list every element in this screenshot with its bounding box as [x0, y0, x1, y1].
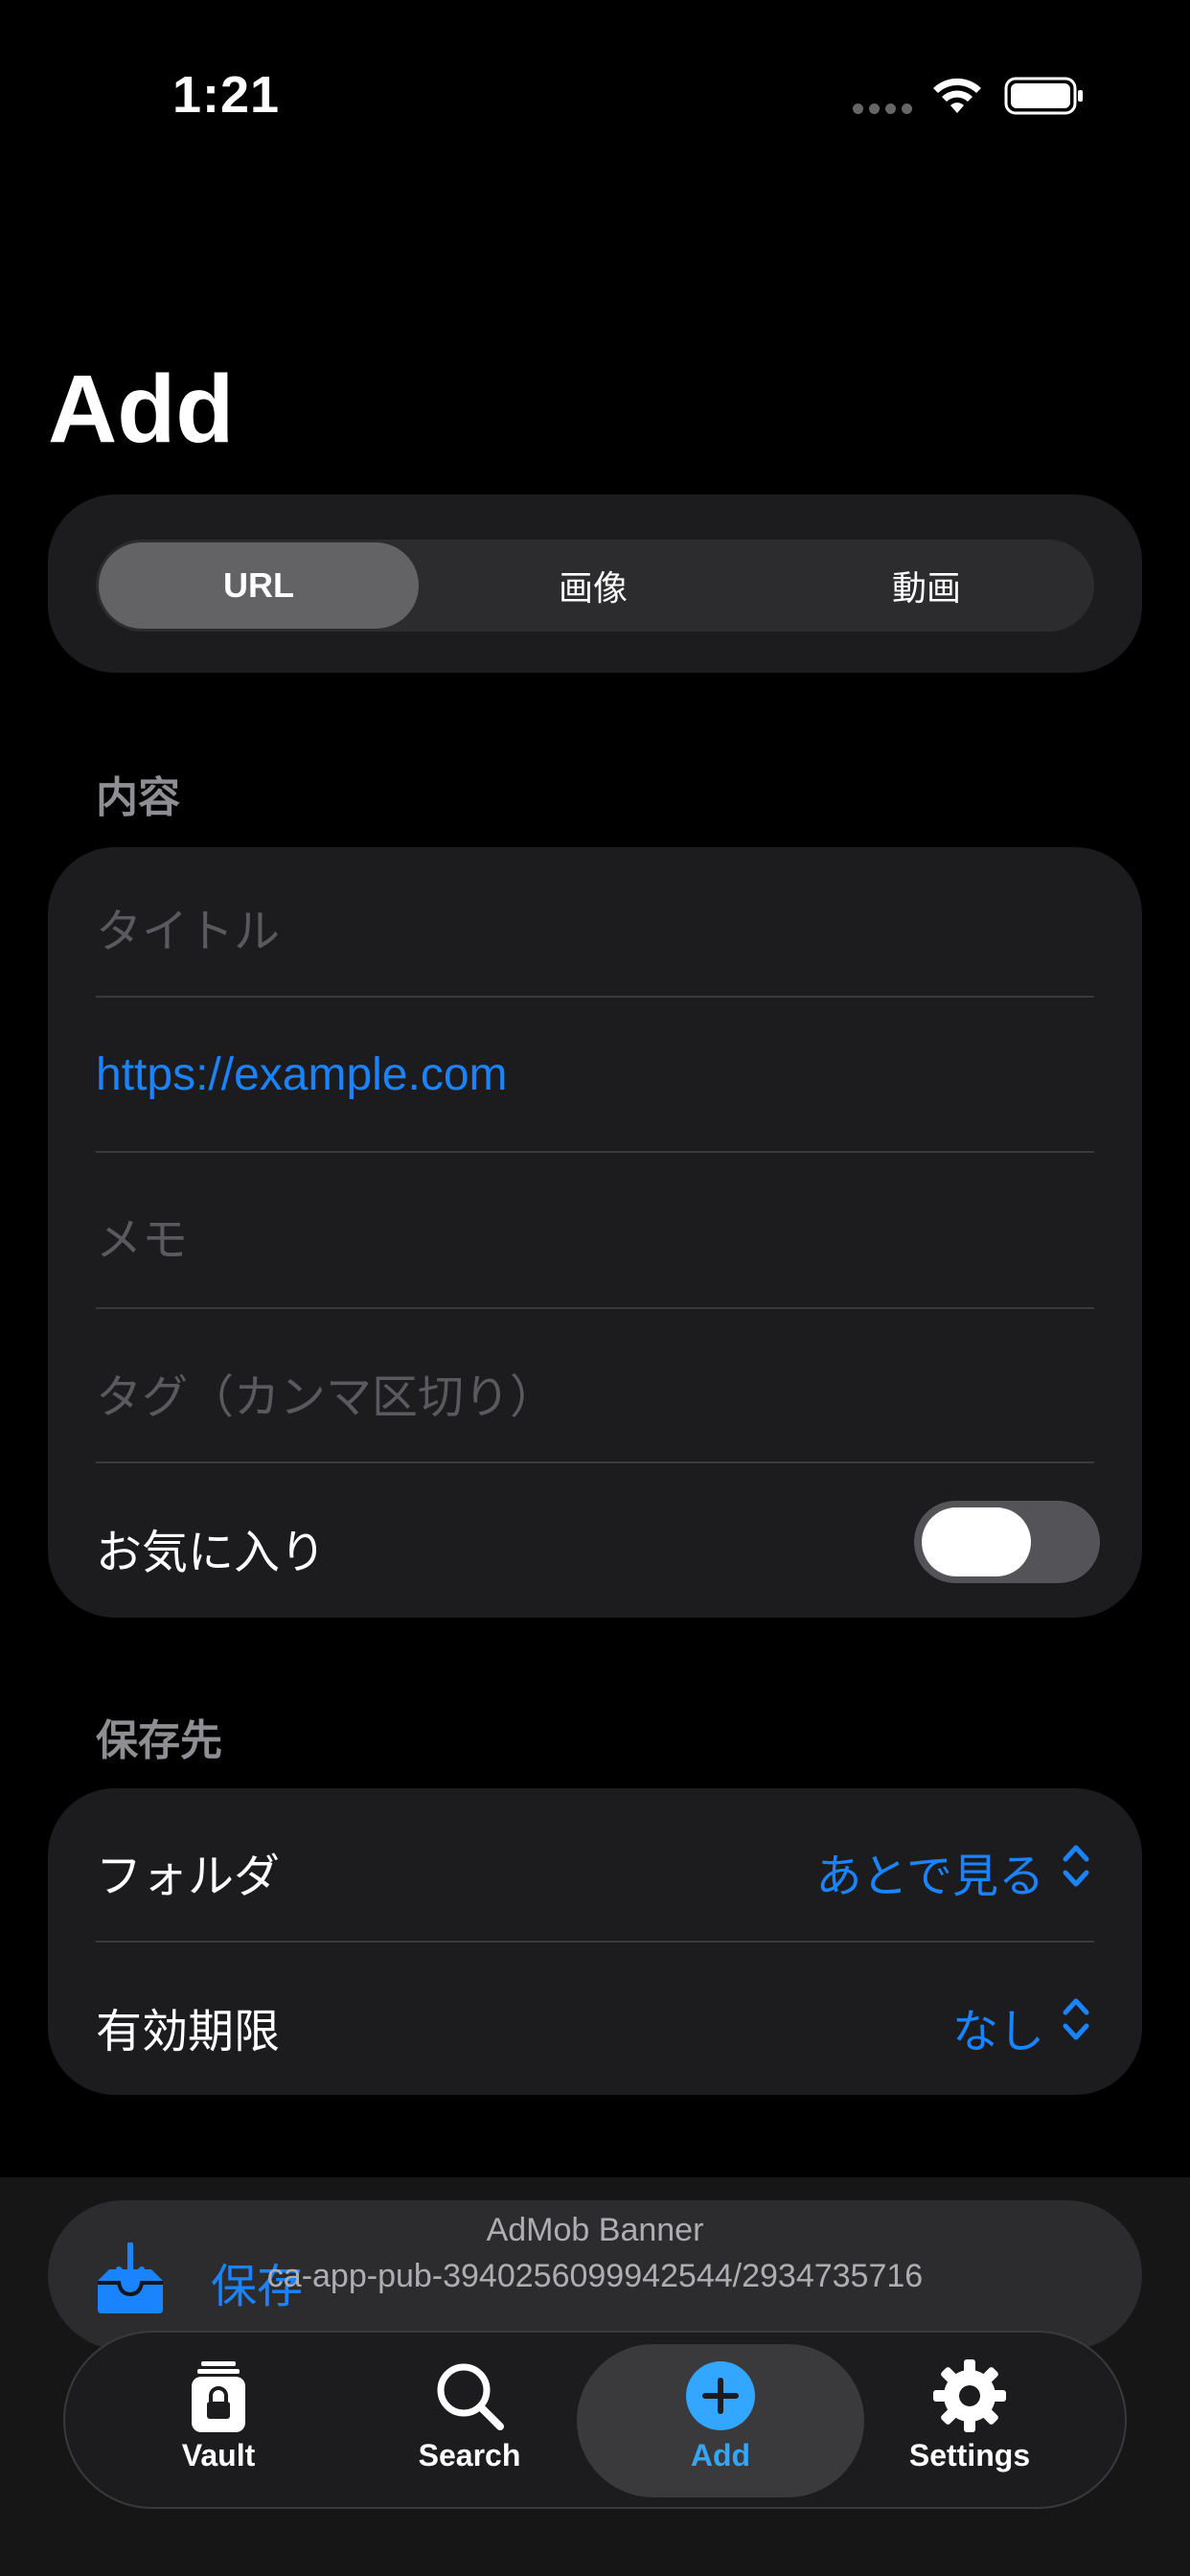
plus-circle-icon	[686, 2361, 755, 2430]
tab-search[interactable]: Search	[374, 2358, 565, 2492]
tab-label-search: Search	[418, 2438, 521, 2472]
tab-label-vault: Vault	[181, 2438, 256, 2472]
wifi-icon	[933, 78, 981, 113]
page-title: Add	[48, 356, 235, 463]
tags-field[interactable]: タグ（カンマ区切り）	[96, 1359, 556, 1426]
divider	[96, 996, 1094, 998]
divider	[96, 1461, 1094, 1463]
memo-field[interactable]: メモ	[96, 1202, 188, 1269]
folder-picker[interactable]: あとで見る	[671, 1838, 1044, 1905]
segment-url[interactable]: URL	[99, 542, 419, 629]
folder-label: フォルダ	[96, 1852, 281, 1902]
divider	[96, 1151, 1094, 1153]
tab-add[interactable]: Add	[625, 2358, 816, 2492]
destination-section-header: 保存先	[96, 1717, 222, 1764]
ad-unit-id: ca-app-pub-3940256099942544/2934735716	[266, 2258, 924, 2294]
expiry-picker[interactable]: なし	[671, 1993, 1044, 2060]
chevron-up-down-icon	[1063, 1998, 1089, 2040]
gear-icon	[933, 2359, 1006, 2432]
content-section-header: 内容	[96, 774, 180, 821]
battery-icon	[1004, 77, 1083, 115]
tab-settings[interactable]: Settings	[874, 2358, 1065, 2492]
expiry-label: 有効期限	[96, 2007, 281, 2058]
divider	[96, 1941, 1094, 1943]
title-field[interactable]: タイトル	[96, 893, 280, 960]
tab-label-settings: Settings	[908, 2438, 1031, 2472]
url-field[interactable]: https://example.com	[96, 1048, 508, 1101]
toggle-knob	[922, 1507, 1031, 1576]
tab-label-add: Add	[690, 2438, 751, 2472]
cellular-signal-icon	[853, 104, 912, 115]
ad-banner-title: AdMob Banner	[486, 2212, 704, 2248]
lock-icon	[192, 2361, 245, 2432]
chevron-up-down-icon	[1063, 1845, 1089, 1887]
segment-image[interactable]: 画像	[433, 542, 753, 629]
segment-video[interactable]: 動画	[767, 542, 1087, 629]
tab-vault[interactable]: Vault	[123, 2358, 314, 2492]
favorite-label: お気に入り	[96, 1528, 327, 1578]
status-time: 1:21	[172, 66, 281, 124]
search-icon	[437, 2363, 504, 2430]
divider	[96, 1307, 1094, 1309]
